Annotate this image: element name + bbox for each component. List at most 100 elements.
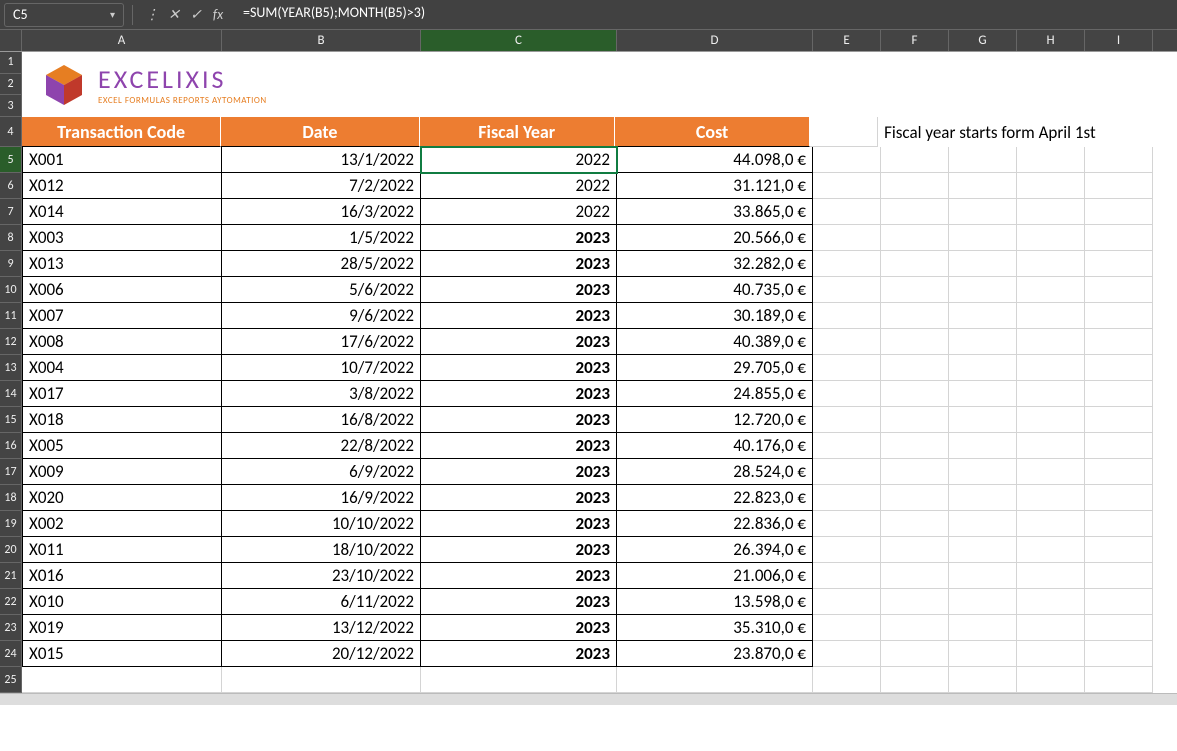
cell[interactable]: [1085, 147, 1153, 173]
cell[interactable]: [949, 641, 1017, 667]
cell-transaction-code[interactable]: X011: [22, 537, 222, 563]
cell[interactable]: [1017, 355, 1085, 381]
row-header-22[interactable]: 22: [0, 589, 22, 615]
cell-fiscal-year[interactable]: 2022: [421, 199, 617, 225]
cell[interactable]: [949, 459, 1017, 485]
cell[interactable]: [881, 251, 949, 277]
cell-date[interactable]: 13/1/2022: [222, 147, 421, 173]
cell[interactable]: [813, 147, 881, 173]
cell[interactable]: [1017, 407, 1085, 433]
col-header-a[interactable]: A: [22, 30, 222, 51]
name-box[interactable]: C5 ▾: [4, 3, 124, 27]
cell[interactable]: [1017, 511, 1085, 537]
cell[interactable]: [1017, 303, 1085, 329]
cell[interactable]: [1085, 277, 1153, 303]
cell[interactable]: [881, 537, 949, 563]
row-header-18[interactable]: 18: [0, 485, 22, 511]
cell[interactable]: [813, 407, 881, 433]
cell[interactable]: [813, 355, 881, 381]
cell-date[interactable]: 16/8/2022: [222, 407, 421, 433]
cell-date[interactable]: 6/9/2022: [222, 459, 421, 485]
cell-date[interactable]: 10/10/2022: [222, 511, 421, 537]
cell-cost[interactable]: 35.310,0 €: [617, 615, 813, 641]
cell[interactable]: [949, 615, 1017, 641]
cell[interactable]: [949, 147, 1017, 173]
cell-fiscal-year[interactable]: 2023: [421, 459, 617, 485]
cell[interactable]: [949, 277, 1017, 303]
cell-cost[interactable]: 23.870,0 €: [617, 641, 813, 667]
cell[interactable]: [1085, 589, 1153, 615]
cell[interactable]: [949, 485, 1017, 511]
cell-transaction-code[interactable]: X016: [22, 563, 222, 589]
cell-transaction-code[interactable]: X002: [22, 511, 222, 537]
cell[interactable]: [1085, 563, 1153, 589]
cell[interactable]: [1085, 511, 1153, 537]
cell[interactable]: [949, 511, 1017, 537]
row-header-2[interactable]: 2: [0, 74, 22, 96]
row-header-16[interactable]: 16: [0, 433, 22, 459]
cell[interactable]: [881, 277, 949, 303]
cell-cost[interactable]: 40.176,0 €: [617, 433, 813, 459]
cell-fiscal-year[interactable]: 2023: [421, 277, 617, 303]
cell-date[interactable]: 3/8/2022: [222, 381, 421, 407]
cell[interactable]: [1085, 433, 1153, 459]
cell-fiscal-year[interactable]: 2023: [421, 329, 617, 355]
cell[interactable]: [1085, 199, 1153, 225]
row-header-13[interactable]: 13: [0, 355, 22, 381]
row-header-21[interactable]: 21: [0, 563, 22, 589]
cell[interactable]: [1017, 225, 1085, 251]
cell-transaction-code[interactable]: X018: [22, 407, 222, 433]
cell[interactable]: [881, 225, 949, 251]
header-cost[interactable]: Cost: [615, 117, 810, 147]
col-header-g[interactable]: G: [949, 30, 1017, 51]
cell-transaction-code[interactable]: X003: [22, 225, 222, 251]
cell[interactable]: [881, 199, 949, 225]
cell[interactable]: [813, 433, 881, 459]
cancel-icon[interactable]: ✕: [165, 6, 183, 23]
cell-transaction-code[interactable]: X017: [22, 381, 222, 407]
cell[interactable]: [949, 589, 1017, 615]
row-header-8[interactable]: 8: [0, 225, 22, 251]
cell[interactable]: [881, 615, 949, 641]
cell[interactable]: [813, 199, 881, 225]
col-header-c[interactable]: C: [421, 30, 617, 51]
cell-transaction-code[interactable]: X007: [22, 303, 222, 329]
cell[interactable]: [949, 173, 1017, 199]
cell[interactable]: [1085, 615, 1153, 641]
cell[interactable]: [813, 667, 881, 693]
row-header-15[interactable]: 15: [0, 407, 22, 433]
cell-cost[interactable]: 22.823,0 €: [617, 485, 813, 511]
cell[interactable]: [813, 225, 881, 251]
col-header-b[interactable]: B: [222, 30, 421, 51]
cell[interactable]: [1085, 173, 1153, 199]
row-header-12[interactable]: 12: [0, 329, 22, 355]
cell[interactable]: [1017, 251, 1085, 277]
note-text[interactable]: Fiscal year starts form April 1st: [878, 117, 1177, 147]
cell[interactable]: [813, 277, 881, 303]
cell[interactable]: [881, 589, 949, 615]
cell-transaction-code[interactable]: X019: [22, 615, 222, 641]
cell[interactable]: [1085, 225, 1153, 251]
cell-fiscal-year[interactable]: 2023: [421, 641, 617, 667]
cell[interactable]: [1085, 641, 1153, 667]
cell[interactable]: [1017, 459, 1085, 485]
cell[interactable]: [813, 537, 881, 563]
cell[interactable]: [949, 537, 1017, 563]
cell-cost[interactable]: 40.735,0 €: [617, 277, 813, 303]
cell[interactable]: [813, 641, 881, 667]
cell-fiscal-year[interactable]: 2023: [421, 589, 617, 615]
cell-cost[interactable]: 28.524,0 €: [617, 459, 813, 485]
accept-icon[interactable]: ✓: [187, 6, 205, 23]
cell-e4[interactable]: [810, 117, 878, 147]
formula-input[interactable]: =SUM(YEAR(B5);MONTH(B5)>3): [233, 0, 1177, 29]
row-header-1[interactable]: 1: [0, 52, 22, 74]
row-header-25[interactable]: 25: [0, 667, 22, 693]
header-date[interactable]: Date: [221, 117, 419, 147]
cell[interactable]: [222, 667, 421, 693]
cell-transaction-code[interactable]: X015: [22, 641, 222, 667]
cell-fiscal-year[interactable]: 2023: [421, 511, 617, 537]
header-fiscal-year[interactable]: Fiscal Year: [420, 117, 615, 147]
row-header-5[interactable]: 5: [0, 147, 22, 173]
row-header-6[interactable]: 6: [0, 173, 22, 199]
cell[interactable]: [949, 667, 1017, 693]
